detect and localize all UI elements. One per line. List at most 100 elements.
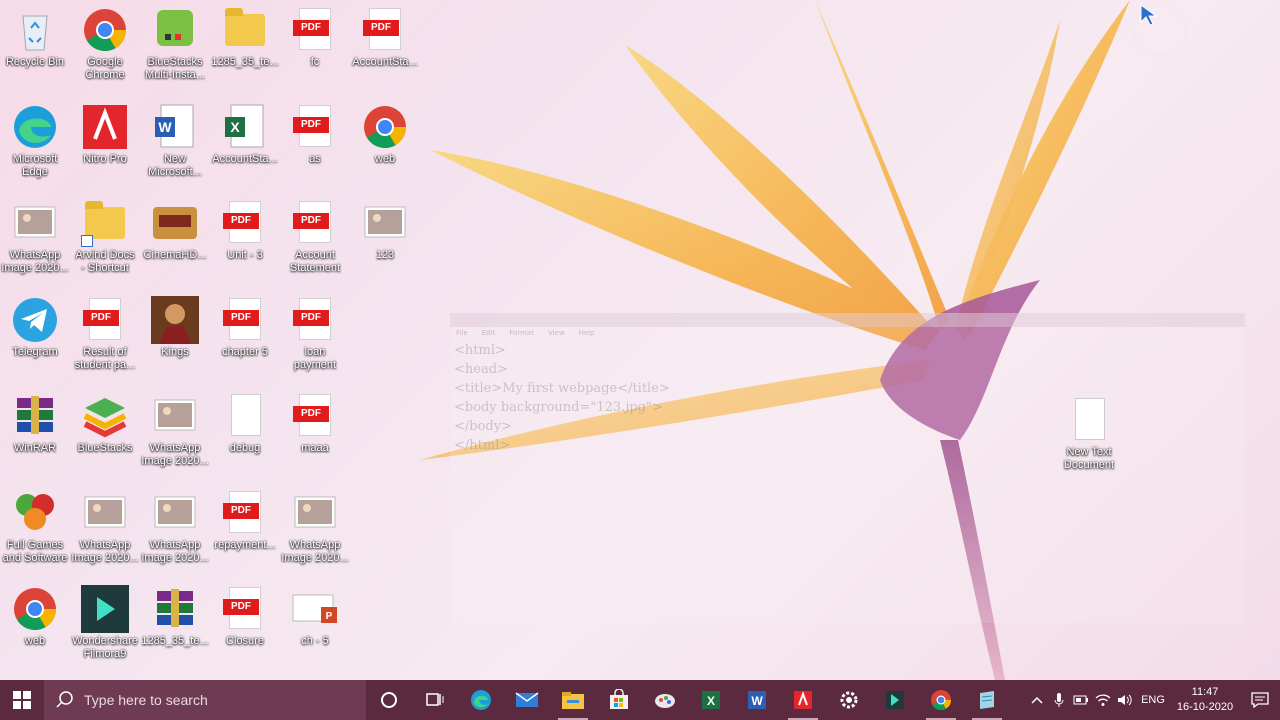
pdf-icon: PDF [291, 6, 339, 54]
desktop-icon[interactable]: New Text Document [1054, 390, 1124, 482]
desktop-icon[interactable]: Recycle Bin [0, 0, 70, 92]
ghost-code-line: <head> [454, 362, 508, 377]
image-icon [11, 199, 59, 247]
taskbar-filmora[interactable] [872, 680, 918, 720]
desktop-icon-label: 1285_35_te... [211, 56, 279, 68]
taskbar-edge[interactable] [458, 680, 504, 720]
cortana-button[interactable] [366, 680, 412, 720]
taskbar-store[interactable] [596, 680, 642, 720]
taskbar-chrome[interactable] [918, 680, 964, 720]
cinemahd-icon [151, 199, 199, 247]
desktop-icon[interactable]: Microsoft Edge [0, 97, 70, 189]
taskbar-nitro[interactable] [780, 680, 826, 720]
desktop-icon[interactable]: Pch - 5 [280, 579, 350, 671]
battery-tray[interactable] [1070, 680, 1092, 720]
desktop-icon-label: debug [229, 442, 261, 454]
desktop-icon-label: WhatsApp Image 2020... [281, 538, 349, 564]
desktop-icon[interactable]: WhatsApp Image 2020... [0, 193, 70, 285]
desktop-icon[interactable]: 1285_35_te... [140, 579, 210, 671]
pdf-icon: PDF [221, 585, 269, 633]
desktop-icon-label: Microsoft Edge [12, 152, 58, 178]
desktop-icon[interactable]: WhatsApp Image 2020... [70, 483, 140, 575]
desktop-icon[interactable]: PDF fc [280, 0, 350, 92]
desktop-icon[interactable]: PDF Unit - 3 [210, 193, 280, 285]
desktop-icon[interactable]: debug [210, 386, 280, 478]
desktop-icon[interactable]: web [350, 97, 420, 189]
desktop-icon[interactable]: Google Chrome [70, 0, 140, 92]
desktop-icon-label: Unit - 3 [227, 249, 263, 261]
desktop-icon[interactable]: WhatsApp Image 2020... [280, 483, 350, 575]
desktop-icon[interactable]: PDF Account Statement [280, 193, 350, 285]
excel-icon: X [702, 691, 720, 709]
desktop-icon[interactable]: PDF maaa [280, 386, 350, 478]
bluestacks-icon [81, 392, 129, 440]
system-tray: ENG 11:47 16-10-2020 [1026, 680, 1280, 720]
chrome-icon [361, 103, 409, 151]
taskbar-word[interactable]: W [734, 680, 780, 720]
image-icon [151, 489, 199, 537]
desktop-icon[interactable]: BlueStacks [70, 386, 140, 478]
folder-zip-icon [221, 6, 269, 54]
desktop-icon[interactable]: PDF chapter 5 [210, 290, 280, 382]
network-tray[interactable] [1092, 680, 1114, 720]
desktop-icon[interactable]: W New Microsoft... [140, 97, 210, 189]
desktop-icon[interactable]: Nitro Pro [70, 97, 140, 189]
desktop-icon-label: Kings [161, 345, 189, 358]
taskbar-paint[interactable] [642, 680, 688, 720]
task-view-button[interactable] [412, 680, 458, 720]
battery-icon [1073, 695, 1088, 705]
taskbar-mail[interactable] [504, 680, 550, 720]
volume-tray[interactable] [1114, 680, 1136, 720]
desktop-icon-label: CinemaHD... [143, 249, 207, 261]
desktop-icon-label: maaa [301, 442, 329, 454]
language-indicator[interactable]: ENG [1136, 680, 1170, 720]
clock[interactable]: 11:47 16-10-2020 [1170, 685, 1240, 715]
desktop-icon-label: New Text Document [1063, 446, 1115, 471]
desktop-icon[interactable]: WinRAR [0, 386, 70, 478]
wifi-icon [1095, 694, 1111, 706]
taskbar-search-box[interactable]: Type here to search [44, 680, 366, 720]
taskbar-file-explorer[interactable] [550, 680, 596, 720]
taskbar-notepad[interactable] [964, 680, 1010, 720]
microphone-tray[interactable] [1048, 680, 1070, 720]
desktop-icon-label: Wondershare Filmora9 [72, 635, 138, 660]
show-hidden-icons-button[interactable] [1026, 680, 1048, 720]
action-center-button[interactable] [1240, 680, 1280, 720]
desktop-icon[interactable]: Wondershare Filmora9 [70, 579, 140, 671]
taskbar: Type here to search X W ENG 11:47 16-10-… [0, 680, 1280, 720]
desktop-icon[interactable]: PDF Result of student pa... [70, 290, 140, 382]
microphone-icon [1054, 693, 1064, 707]
clock-date: 16-10-2020 [1176, 701, 1234, 713]
desktop-icon[interactable]: 123 [350, 193, 420, 285]
notification-icon [1251, 692, 1269, 708]
desktop-icon[interactable]: WhatsApp Image 2020... [140, 386, 210, 478]
desktop-icon-label: Full Games and Software [2, 538, 68, 564]
desktop-icon[interactable]: Arvind Docs - Shortcut [70, 193, 140, 285]
desktop-icon[interactable]: PDF Closure [210, 579, 280, 671]
desktop-icon[interactable]: Kings [140, 290, 210, 382]
store-icon [610, 689, 628, 709]
desktop-icon[interactable]: WhatsApp Image 2020... [140, 483, 210, 575]
desktop-icon[interactable]: web [0, 579, 70, 671]
desktop-icon[interactable]: CinemaHD... [140, 193, 210, 285]
desktop-icon[interactable]: PDF as [280, 97, 350, 189]
chevron-up-icon [1031, 696, 1043, 704]
task-view-icon [426, 693, 444, 706]
desktop-icon[interactable]: PDF AccountSta... [350, 0, 420, 92]
desktop-icon[interactable]: X AccountSta... [210, 97, 280, 189]
desktop-icon[interactable]: 1285_35_te... [210, 0, 280, 92]
svg-text:P: P [326, 611, 333, 622]
desktop-icon[interactable]: Full Games and Software [0, 483, 70, 575]
desktop-icon[interactable]: BlueStacks Multi-Insta... [140, 0, 210, 92]
notepad-icon [980, 691, 994, 709]
desktop-icon-label: WhatsApp Image 2020... [141, 442, 209, 467]
taskbar-settings[interactable] [826, 680, 872, 720]
taskbar-excel[interactable]: X [688, 680, 734, 720]
desktop-icon[interactable]: PDF repayment... [210, 483, 280, 575]
ghost-code: <html> <head> <title>My first webpage</t… [450, 339, 1245, 457]
cortana-icon [381, 692, 397, 708]
desktop-icon[interactable]: Telegram [0, 290, 70, 382]
ghost-titlebar [450, 313, 1245, 327]
start-button[interactable] [0, 680, 44, 720]
desktop-icon[interactable]: PDF loan payment [280, 290, 350, 382]
